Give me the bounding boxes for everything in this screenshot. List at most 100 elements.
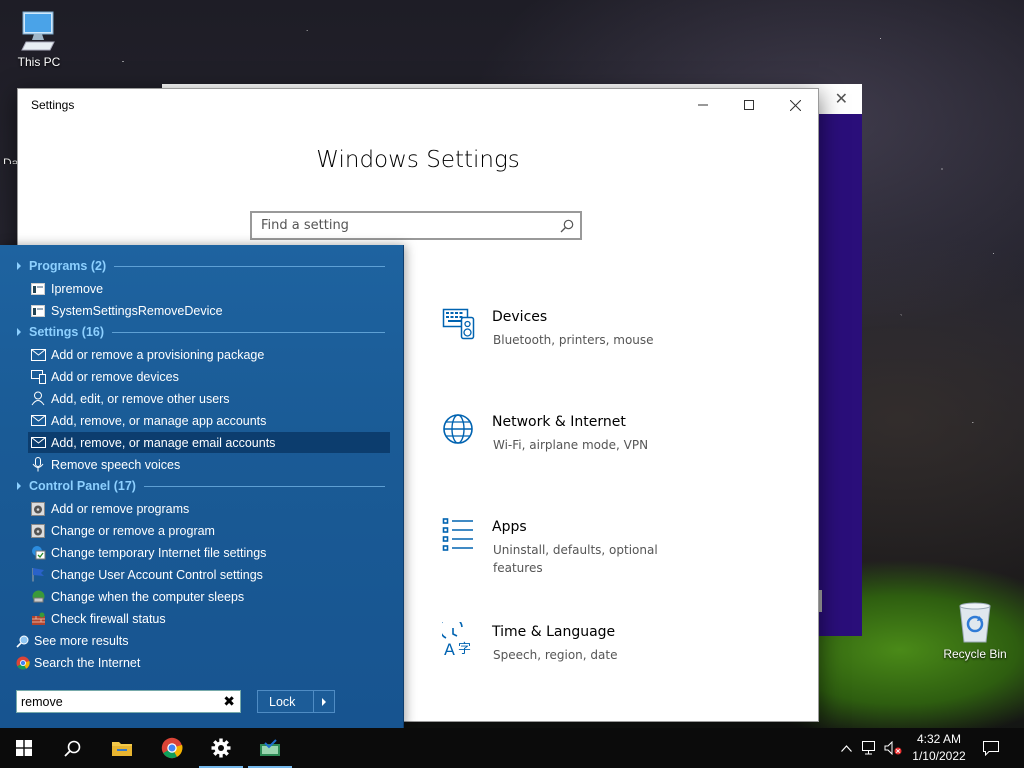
result-label: Change when the computer sleeps <box>51 589 245 604</box>
desktop-icon-recycle-bin[interactable]: Recycle Bin <box>938 600 1012 661</box>
chrome-taskbar-button[interactable] <box>148 728 196 768</box>
result-change-remove-program[interactable]: Change or remove a program <box>28 520 390 541</box>
group-programs[interactable]: Programs (2) <box>17 256 385 276</box>
group-programs-label: Programs (2) <box>29 259 107 273</box>
search-magnifier-icon <box>16 634 30 648</box>
network-icon <box>862 741 875 755</box>
page-title: Windows Settings <box>316 147 520 173</box>
volume-tray-button[interactable] <box>882 728 904 768</box>
network-tray-button[interactable] <box>860 728 880 768</box>
expand-triangle-icon <box>17 482 21 490</box>
search-internet-label: Search the Internet <box>34 656 141 670</box>
tile-apps[interactable]: Apps Uninstall, defaults, optional featu… <box>442 517 712 577</box>
see-more-results-link[interactable]: See more results <box>16 631 128 651</box>
chevron-up-icon <box>840 744 852 752</box>
clock-time: 4:32 AM <box>916 732 962 746</box>
mail-icon <box>30 435 46 451</box>
divider <box>112 331 385 333</box>
recycle-bin-label: Recycle Bin <box>943 647 1007 661</box>
group-control-panel[interactable]: Control Panel (17) <box>17 476 385 496</box>
result-speech-voices[interactable]: Remove speech voices <box>28 454 390 475</box>
lock-options-arrow-icon[interactable] <box>313 691 334 712</box>
clear-search-icon[interactable]: ✖ <box>223 694 235 710</box>
result-firewall-status[interactable]: Check firewall status <box>28 608 390 629</box>
file-explorer-button[interactable] <box>98 728 146 768</box>
result-add-remove-devices[interactable]: Add or remove devices <box>28 366 390 387</box>
taskbar-search-button[interactable] <box>48 728 96 768</box>
result-uac-settings[interactable]: Change User Account Control settings <box>28 564 390 585</box>
action-center-button[interactable] <box>980 728 1002 768</box>
app-taskbar-button[interactable] <box>246 728 294 768</box>
taskbar-clock[interactable]: 4:32 AM 1/10/2022 <box>904 731 974 765</box>
group-settings[interactable]: Settings (16) <box>17 322 385 342</box>
result-add-remove-programs[interactable]: Add or remove programs <box>28 498 390 519</box>
devices-icon <box>30 369 46 385</box>
tile-time-language[interactable]: A 字 Time & Language Speech, region, date <box>442 622 712 682</box>
expand-triangle-icon <box>17 262 21 270</box>
desktop-icon-this-pc[interactable]: This PC <box>2 10 76 69</box>
minimize-icon <box>698 104 708 106</box>
result-app-accounts[interactable]: Add, remove, or manage app accounts <box>28 410 390 431</box>
desktop-icon-partial-label[interactable]: Da <box>0 150 18 164</box>
result-label: Ipremove <box>51 281 104 296</box>
divider <box>114 265 385 267</box>
tile-network-name: Network & Internet <box>492 414 626 430</box>
uac-flag-icon <box>30 567 46 583</box>
settings-titlebar[interactable]: Settings <box>18 89 818 121</box>
background-window-close-icon[interactable]: ✕ <box>835 89 848 108</box>
maximize-icon <box>744 100 754 110</box>
find-setting-input[interactable] <box>252 213 551 238</box>
microphone-icon <box>30 457 46 473</box>
maximize-button[interactable] <box>726 89 772 121</box>
globe-icon <box>443 414 473 444</box>
lock-label: Lock <box>269 695 296 709</box>
close-icon <box>789 99 801 111</box>
group-control-panel-label: Control Panel (17) <box>29 479 136 493</box>
result-other-users[interactable]: Add, edit, or remove other users <box>28 388 390 409</box>
start-search-input[interactable] <box>17 691 216 712</box>
settings-taskbar-button[interactable] <box>197 728 245 768</box>
clock-date: 1/10/2022 <box>912 749 966 763</box>
tile-time-language-name: Time & Language <box>492 624 616 640</box>
start-search-box[interactable]: ✖ <box>16 690 241 713</box>
tile-devices-desc: Bluetooth, printers, mouse <box>493 333 654 347</box>
result-label: Change temporary Internet file settings <box>51 545 267 560</box>
programs-disc-icon <box>30 523 46 539</box>
person-icon <box>30 391 46 407</box>
tile-devices-name: Devices <box>492 309 548 325</box>
tile-time-language-desc: Speech, region, date <box>493 648 618 662</box>
search-internet-link[interactable]: Search the Internet <box>16 653 140 673</box>
gear-icon <box>211 738 231 758</box>
tile-apps-name: Apps <box>492 519 527 535</box>
result-label: Check firewall status <box>51 611 166 626</box>
package-icon <box>30 347 46 363</box>
result-label: Add, remove, or manage app accounts <box>51 413 267 428</box>
taskbar: 4:32 AM 1/10/2022 <box>0 728 1024 768</box>
time-language-icon: A 字 <box>442 622 471 656</box>
tile-devices[interactable]: Devices Bluetooth, printers, mouse <box>442 307 712 367</box>
lock-button[interactable]: Lock <box>257 690 335 713</box>
result-label: SystemSettingsRemoveDevice <box>51 303 223 318</box>
tile-network-internet[interactable]: Network & Internet Wi-Fi, airplane mode,… <box>442 412 712 472</box>
show-hidden-icons-button[interactable] <box>836 728 856 768</box>
result-provisioning-package[interactable]: Add or remove a provisioning package <box>28 344 390 365</box>
result-ipremove[interactable]: Ipremove <box>28 278 390 299</box>
minimize-button[interactable] <box>680 89 726 121</box>
result-systemsettingsremovedevice[interactable]: SystemSettingsRemoveDevice <box>28 300 390 321</box>
search-icon[interactable] <box>560 219 574 233</box>
result-internet-file-settings[interactable]: Change temporary Internet file settings <box>28 542 390 563</box>
program-window-icon <box>30 303 46 319</box>
folder-icon <box>112 742 132 756</box>
result-label: Remove speech voices <box>51 457 181 472</box>
result-computer-sleeps[interactable]: Change when the computer sleeps <box>28 586 390 607</box>
result-email-accounts[interactable]: Add, remove, or manage email accounts <box>28 432 390 453</box>
result-label: Add, remove, or manage email accounts <box>51 435 276 450</box>
find-setting-search[interactable] <box>250 211 582 240</box>
programs-disc-icon <box>30 501 46 517</box>
this-pc-icon <box>21 11 55 51</box>
svg-text:A: A <box>444 640 455 656</box>
close-button[interactable] <box>772 89 818 121</box>
expand-triangle-icon <box>17 328 21 336</box>
start-button[interactable] <box>0 728 48 768</box>
result-label: Add or remove programs <box>51 501 190 516</box>
